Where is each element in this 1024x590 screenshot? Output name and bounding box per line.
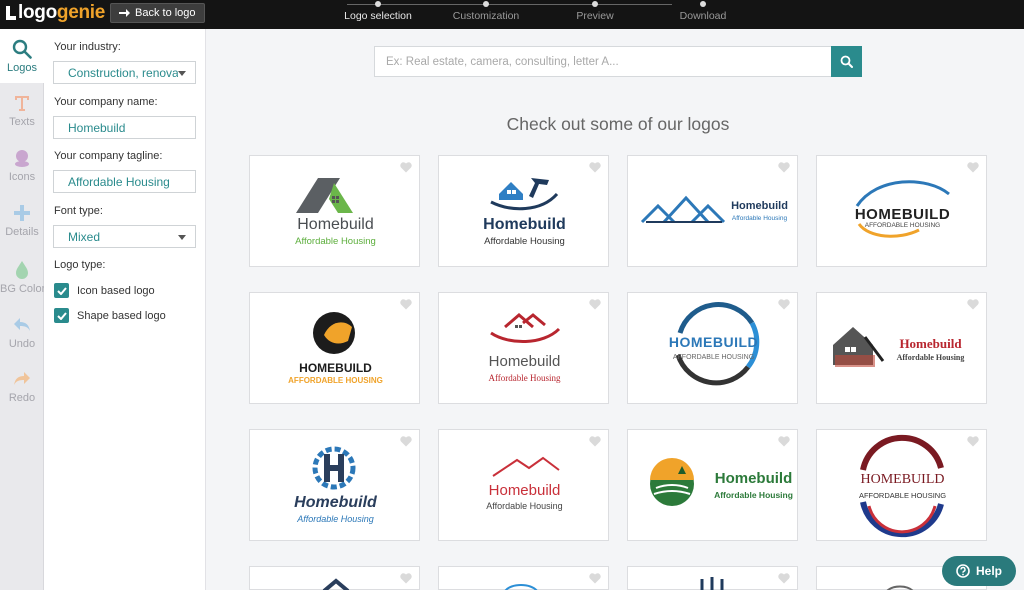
logo-card[interactable] xyxy=(438,566,609,590)
house-hammer-logo-art xyxy=(490,178,559,211)
tagline-input[interactable]: Affordable Housing xyxy=(53,170,196,193)
logo-card[interactable]: HOMEBUILD AFFORDABLE HOUSING xyxy=(816,155,987,267)
logo-card[interactable]: Homebuild Affordable Housing xyxy=(249,155,420,267)
redo-icon xyxy=(14,372,30,385)
step-download[interactable]: Download xyxy=(643,0,763,22)
arrow-right-icon xyxy=(119,9,130,17)
logo-card[interactable] xyxy=(627,566,798,590)
sidebar-item-icons[interactable]: Icons xyxy=(0,138,44,192)
heart-icon[interactable] xyxy=(589,436,601,447)
check-icon xyxy=(56,311,67,320)
logo-card[interactable] xyxy=(249,566,420,590)
logo-type-label: Logo type: xyxy=(54,259,106,271)
drop-icon xyxy=(16,261,28,279)
sidebar-item-texts[interactable]: Texts xyxy=(0,83,44,137)
step-customization[interactable]: Customization xyxy=(426,0,546,22)
logo-card[interactable]: Homebuild Affordable Housing xyxy=(438,155,609,267)
heart-icon[interactable] xyxy=(589,299,601,310)
partial-logo-art xyxy=(700,577,724,590)
heart-icon[interactable] xyxy=(967,162,979,173)
search-button[interactable] xyxy=(831,46,862,77)
partial-logo-art xyxy=(322,578,350,590)
logo-card[interactable]: HOMEBUILD AFFORDABLE HOUSING xyxy=(627,292,798,404)
question-icon xyxy=(956,564,970,578)
heart-icon[interactable] xyxy=(778,299,790,310)
hand-circle-logo-art xyxy=(313,312,355,354)
checkbox-checked[interactable] xyxy=(54,308,69,323)
heart-icon[interactable] xyxy=(778,436,790,447)
heart-icon[interactable] xyxy=(400,162,412,173)
checkbox-checked[interactable] xyxy=(54,283,69,298)
search-icon xyxy=(840,55,853,68)
font-type-label: Font type: xyxy=(54,205,103,217)
icon-based-checkbox-row[interactable]: Icon based logo xyxy=(54,283,155,298)
heart-icon[interactable] xyxy=(967,299,979,310)
search-icon xyxy=(12,39,32,59)
icons-icon xyxy=(15,150,29,167)
logo-card[interactable]: HOMEBUILD AFFORDABLE HOUSING xyxy=(249,292,420,404)
top-bar: logogenie Back to logo Logo selection Cu… xyxy=(0,0,1024,29)
gear-h-logo-art xyxy=(312,446,356,490)
logo-card[interactable]: Homebuild Affordable Housing xyxy=(438,429,609,541)
sidebar-item-bg-color[interactable]: BG Color xyxy=(0,250,45,304)
chevron-down-icon xyxy=(178,235,186,240)
company-name-input[interactable]: Homebuild xyxy=(53,116,196,139)
sidebar-item-undo[interactable]: Undo xyxy=(0,305,44,359)
tagline-label: Your company tagline: xyxy=(54,150,163,162)
logo-card[interactable]: Homebuild Affordable Housing xyxy=(816,292,987,404)
partial-logo-art xyxy=(504,584,538,590)
logogenie-logo[interactable]: logogenie xyxy=(6,1,105,25)
tool-sidebar: Logos Texts Icons Details BG Color Undo … xyxy=(0,29,45,590)
logo-card[interactable]: Homebuild Affordable Housing xyxy=(438,292,609,404)
back-to-logo-button[interactable]: Back to logo xyxy=(110,3,205,23)
sidebar-item-redo[interactable]: Redo xyxy=(0,359,44,413)
font-type-select[interactable]: Mixed xyxy=(53,225,196,248)
industry-select[interactable]: Construction, renovation xyxy=(53,61,196,84)
step-preview[interactable]: Preview xyxy=(535,0,655,22)
logo-card[interactable]: Homebuild Affordable Housing xyxy=(627,429,798,541)
logo-search-input[interactable]: Ex: Real estate, camera, consulting, let… xyxy=(374,46,832,77)
three-roofs-logo-art xyxy=(640,195,726,224)
sidebar-item-details[interactable]: Details xyxy=(0,193,44,247)
undo-icon xyxy=(14,318,30,331)
progress-steps: Logo selection Customization Preview Dow… xyxy=(344,0,997,29)
text-icon xyxy=(15,96,29,111)
plus-icon xyxy=(14,205,30,221)
logo-card[interactable]: Homebuild Affordable Housing xyxy=(627,155,798,267)
settings-panel: Your industry: Construction, renovation … xyxy=(44,29,206,590)
check-icon xyxy=(56,286,67,295)
roof-logo-art xyxy=(296,178,353,213)
gallery-heading: Check out some of our logos xyxy=(506,114,730,134)
chevron-down-icon xyxy=(178,71,186,76)
company-name-label: Your company name: xyxy=(54,96,158,108)
heart-icon[interactable] xyxy=(778,162,790,173)
logo-card[interactable]: Homebuild Affordable Housing xyxy=(249,429,420,541)
shape-based-checkbox-row[interactable]: Shape based logo xyxy=(54,308,166,323)
step-logo-selection[interactable]: Logo selection xyxy=(318,0,438,22)
heart-icon[interactable] xyxy=(967,436,979,447)
heart-icon[interactable] xyxy=(400,299,412,310)
industry-label: Your industry: xyxy=(54,41,121,53)
help-button[interactable]: Help xyxy=(942,556,1016,586)
red-roof-logo-art xyxy=(490,313,561,344)
heart-icon[interactable] xyxy=(589,162,601,173)
sidebar-item-logos[interactable]: Logos xyxy=(0,29,44,83)
logo-card[interactable]: HOMEBUILD AFFORDABLE HOUSING xyxy=(816,429,987,541)
heart-icon[interactable] xyxy=(400,436,412,447)
